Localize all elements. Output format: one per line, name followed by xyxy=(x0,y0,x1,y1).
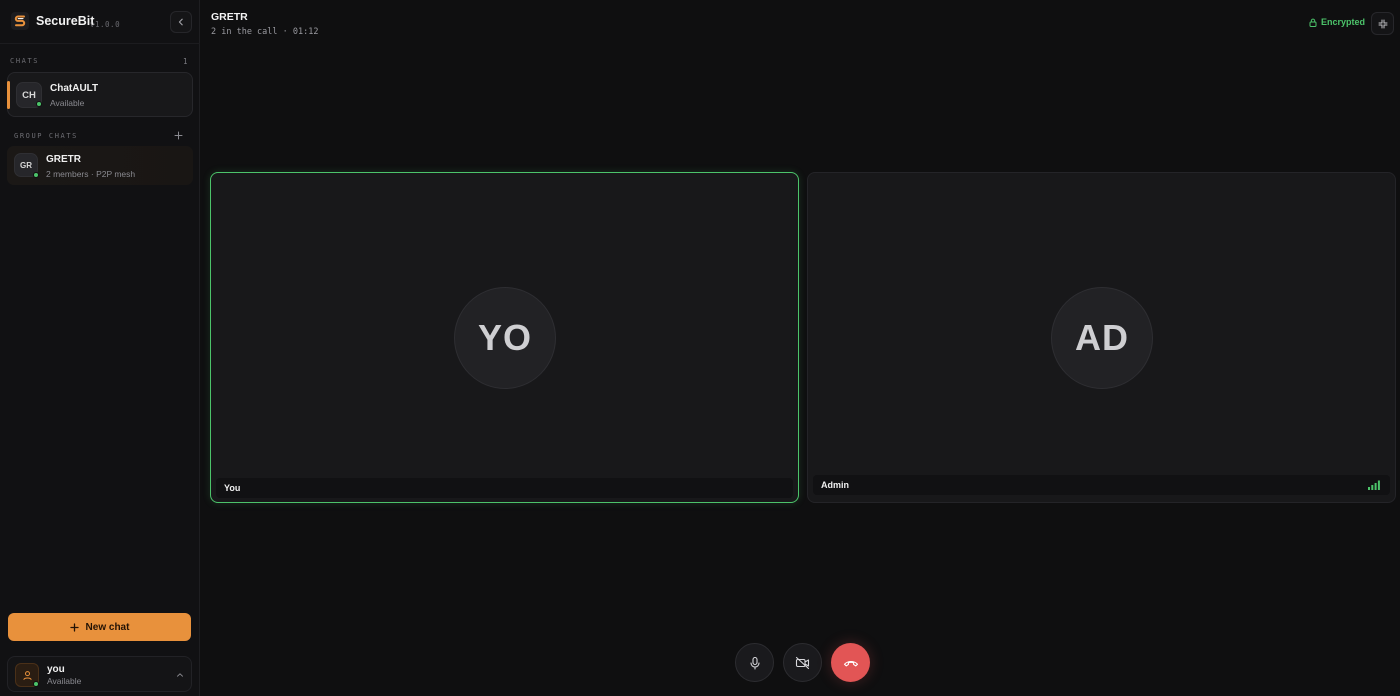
participant-name-bar: You xyxy=(216,478,793,498)
call-title: GRETR xyxy=(211,11,248,23)
new-chat-button[interactable]: New chat xyxy=(8,613,191,641)
avatar-initials: CH xyxy=(22,89,36,101)
participant-name: You xyxy=(224,483,241,493)
minimize-call-button[interactable] xyxy=(1371,12,1394,35)
participant-avatar: YO xyxy=(454,287,556,389)
signal-strength-icon xyxy=(1368,480,1380,490)
user-profile-card[interactable]: you Available xyxy=(7,656,192,692)
brand-header: SecureBit v1.0.0 xyxy=(0,0,200,44)
app-version: v1.0.0 xyxy=(90,20,121,29)
chats-section-label: CHATS xyxy=(10,57,40,65)
minimize-icon xyxy=(1378,19,1387,28)
active-indicator xyxy=(7,81,10,109)
online-status-dot xyxy=(36,101,42,107)
participant-tile-you[interactable]: YO You xyxy=(210,172,799,503)
chat-status: Available xyxy=(50,98,85,108)
participant-initials: YO xyxy=(477,317,532,358)
app-name: SecureBit xyxy=(36,14,95,28)
participant-initials: AD xyxy=(1075,317,1129,358)
hang-up-icon xyxy=(843,660,858,666)
online-status-dot xyxy=(33,172,39,178)
plus-icon xyxy=(174,131,182,139)
collapse-sidebar-button[interactable] xyxy=(170,11,192,33)
participant-name-bar: Admin xyxy=(813,475,1390,495)
user-name: you xyxy=(47,664,65,675)
participant-name: Admin xyxy=(821,480,849,490)
group-name: GRETR xyxy=(46,154,81,165)
new-chat-label: New chat xyxy=(85,621,130,633)
encrypted-label: Encrypted xyxy=(1321,17,1366,27)
lock-icon xyxy=(1309,18,1317,27)
call-subtitle: 2 in the call · 01:12 xyxy=(211,27,319,37)
user-status: Available xyxy=(47,676,82,686)
mic-icon xyxy=(749,656,760,670)
avatar-initials: GR xyxy=(20,160,32,170)
participant-avatar: AD xyxy=(1051,287,1153,389)
group-meta: 2 members · P2P mesh xyxy=(46,169,136,179)
mute-microphone-button[interactable] xyxy=(735,643,774,682)
securebit-logo xyxy=(11,12,29,30)
chats-count: 1 xyxy=(183,57,188,66)
toggle-camera-button[interactable] xyxy=(783,643,822,682)
user-icon xyxy=(22,670,32,680)
chat-item-chatault[interactable]: CH ChatAULT Available xyxy=(7,72,193,117)
chevron-up-icon xyxy=(177,673,183,677)
group-chats-section-label: GROUP CHATS xyxy=(14,132,78,140)
add-group-button[interactable] xyxy=(172,129,184,141)
group-item-gretr[interactable]: GR GRETR 2 members · P2P mesh xyxy=(7,146,193,185)
camera-off-icon xyxy=(795,656,810,669)
online-status-dot xyxy=(33,681,39,687)
plus-icon xyxy=(69,622,79,632)
sidebar: SecureBit v1.0.0 CHATS 1 CH ChatAULT Ava… xyxy=(0,0,200,696)
encrypted-badge: Encrypted xyxy=(1309,17,1365,27)
participant-tile-admin[interactable]: AD Admin xyxy=(807,172,1396,503)
end-call-button[interactable] xyxy=(831,643,870,682)
chevron-left-icon xyxy=(178,18,183,26)
chat-name: ChatAULT xyxy=(50,83,99,94)
